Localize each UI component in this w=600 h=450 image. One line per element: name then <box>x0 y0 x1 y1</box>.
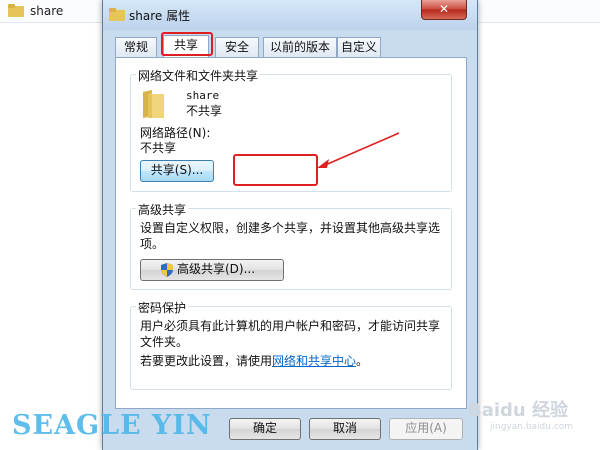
tab-customize[interactable]: 自定义 <box>337 37 381 57</box>
password-protection-description: 用户必须具有此计算机的用户帐户和密码，才能访问共享文件夹。 <box>140 319 441 349</box>
watermark-baidu: Baidu 经验 <box>468 400 569 421</box>
change-setting-line: 若要更改此设置，请使用网络和共享中心。 <box>140 353 446 369</box>
red-arrow-annotation <box>317 132 400 168</box>
share-button-highlight-box <box>233 154 318 186</box>
tab-previous-versions[interactable]: 以前的版本 <box>263 37 337 57</box>
shared-folder-icon <box>143 90 164 118</box>
tab-security[interactable]: 安全 <box>215 37 259 57</box>
network-sharing-center-link[interactable]: 网络和共享中心 <box>272 354 356 368</box>
share-state: 不共享 <box>186 104 223 118</box>
watermark-url: jingyan.baidu.com <box>490 422 574 432</box>
tab-general[interactable]: 常规 <box>115 37 157 57</box>
ok-button[interactable]: 确定 <box>229 418 301 440</box>
share-button[interactable]: 共享(S)... <box>140 160 214 182</box>
close-button[interactable]: ✕ <box>421 0 467 20</box>
network-path-label: 网络路径(N): <box>140 126 211 140</box>
folder-icon <box>109 8 125 21</box>
folder-icon <box>8 4 24 17</box>
apply-button[interactable]: 应用(A) <box>389 418 463 440</box>
password-protection-group-label: 密码保护 <box>136 299 189 316</box>
uac-shield-icon <box>161 263 173 277</box>
dialog-title: share 属性 <box>129 9 191 23</box>
network-path-value: 不共享 <box>140 141 177 155</box>
advanced-share-button[interactable]: 高级共享(D)... <box>140 259 284 281</box>
advanced-share-button-label: 高级共享(D)... <box>177 262 256 276</box>
properties-dialog: share 属性 ✕ 常规 共享 安全 以前的版本 自定义 网络文件和文件夹共享… <box>102 0 478 450</box>
sharing-panel: 网络文件和文件夹共享 share 不共享 网络路径(N): 不共享 共享(S).… <box>115 57 467 409</box>
explorer-folder-label: share <box>30 4 64 18</box>
advanced-share-description: 设置自定义权限，创建多个共享，并设置其他高级共享选项。 <box>140 221 441 251</box>
cancel-button[interactable]: 取消 <box>309 418 381 440</box>
watermark-author: SEAGLE YIN <box>12 410 212 441</box>
network-share-group-label: 网络文件和文件夹共享 <box>136 67 261 84</box>
folder-name: share <box>186 89 220 102</box>
change-setting-prefix: 若要更改此设置，请使用 <box>140 354 273 368</box>
advanced-share-group-label: 高级共享 <box>136 201 189 218</box>
change-setting-suffix: 。 <box>356 354 369 368</box>
dialog-titlebar[interactable]: share 属性 ✕ <box>103 0 477 30</box>
tab-highlight-box <box>161 32 213 56</box>
